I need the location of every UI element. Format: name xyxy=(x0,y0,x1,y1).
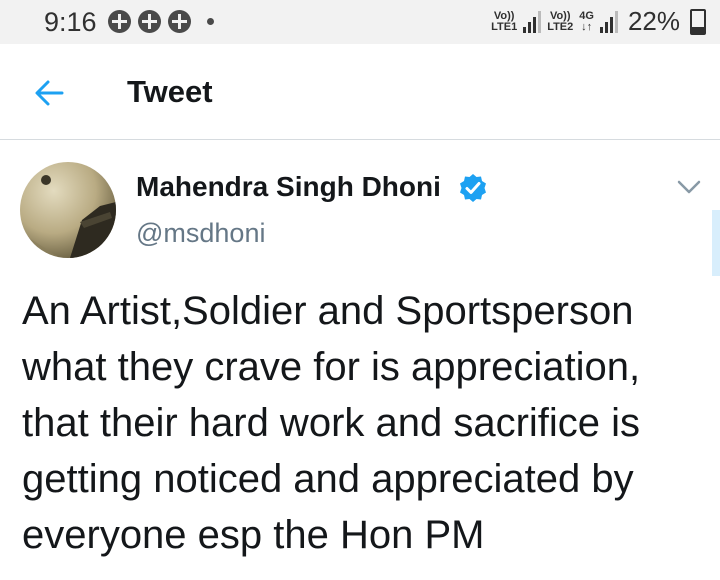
author-name[interactable]: Mahendra Singh Dhoni xyxy=(136,171,441,203)
author-handle[interactable]: @msdhoni xyxy=(136,218,265,249)
status-time: 9:16 xyxy=(44,7,97,37)
page-title: Tweet xyxy=(127,74,213,109)
battery-percent: 22% xyxy=(627,6,680,36)
notification-icon xyxy=(138,10,161,33)
app-header: Tweet xyxy=(0,44,720,140)
sim2-indicator: Vo)) LTE2 xyxy=(547,9,574,33)
sim2-volte: Vo)) xyxy=(549,9,571,22)
network-type-label: 4G xyxy=(579,9,594,22)
avatar[interactable] xyxy=(20,162,116,258)
notification-icon xyxy=(108,10,131,33)
network-type: 4G ↓↑ xyxy=(579,9,594,33)
scrollbar-thumb[interactable] xyxy=(712,210,720,276)
sim2-lte: LTE2 xyxy=(547,20,574,33)
sim1-indicator: Vo)) LTE1 xyxy=(491,9,518,33)
sim1-lte: LTE1 xyxy=(491,20,518,33)
data-arrows-icon: ↓↑ xyxy=(581,20,593,33)
back-arrow-icon[interactable] xyxy=(30,74,68,112)
more-notifications-dot-icon xyxy=(207,18,214,25)
verified-badge-icon xyxy=(460,174,486,202)
battery-icon xyxy=(690,8,706,35)
tweet-text: An Artist,Soldier and Sportsperson what … xyxy=(22,289,641,557)
status-right: Vo)) LTE1 Vo)) LTE2 4G ↓↑ 22% xyxy=(491,6,706,37)
signal-icon xyxy=(523,10,542,33)
signal-icon xyxy=(599,10,618,33)
chevron-down-icon[interactable] xyxy=(676,178,702,196)
notification-icon xyxy=(168,10,191,33)
sim1-volte: Vo)) xyxy=(493,9,515,22)
notification-icons xyxy=(108,10,214,33)
status-bar: 9:16 Vo)) LTE1 Vo)) LTE2 4G ↓↑ 22% xyxy=(0,0,720,44)
avatar-image xyxy=(20,162,116,258)
